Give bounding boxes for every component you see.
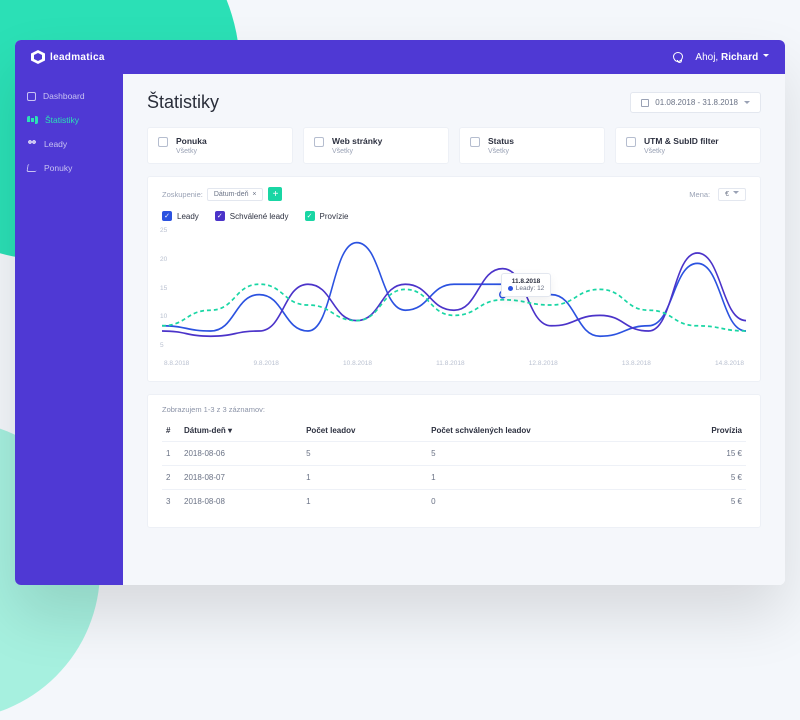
filter-utm[interactable]: UTM & SubID filterVšetky bbox=[615, 127, 761, 164]
user-greeting[interactable]: Ahoj, Richard bbox=[695, 52, 769, 63]
filter-row: PonukaVšetky Web stránkyVšetky StatusVše… bbox=[147, 127, 761, 164]
chevron-down-icon bbox=[744, 101, 750, 107]
chart-panel: Zoskupenie: Dátum-deň × + Mena: € ✓Leady… bbox=[147, 176, 761, 382]
table-row: 12018-08-065515 € bbox=[162, 442, 746, 466]
brand-name: leadmatica bbox=[50, 52, 105, 63]
app-window: leadmatica Ahoj, Richard Dashboard Štati… bbox=[15, 40, 785, 585]
logo-mark-icon bbox=[31, 50, 45, 64]
grid-icon bbox=[27, 92, 36, 101]
filter-status[interactable]: StatusVšetky bbox=[459, 127, 605, 164]
currency-select[interactable]: € bbox=[718, 188, 746, 201]
cart-icon bbox=[26, 164, 37, 172]
status-icon bbox=[470, 137, 480, 147]
globe-icon bbox=[314, 137, 324, 147]
sidebar-item-leady[interactable]: Leady bbox=[15, 132, 123, 156]
offer-icon bbox=[158, 137, 168, 147]
bell-icon[interactable] bbox=[673, 52, 683, 62]
chart-area: 25 20 15 10 5 8.8.20189.8.201810.8.20181… bbox=[162, 227, 746, 367]
filter-icon bbox=[626, 137, 636, 147]
date-range-picker[interactable]: 01.08.2018 - 31.8.2018 bbox=[630, 92, 761, 113]
legend-provizie[interactable]: ✓Provízie bbox=[305, 211, 349, 221]
calendar-icon bbox=[641, 99, 649, 107]
group-label: Zoskupenie: bbox=[162, 190, 203, 199]
main-content: Štatistiky 01.08.2018 - 31.8.2018 Ponuka… bbox=[123, 74, 785, 585]
group-chip[interactable]: Dátum-deň × bbox=[207, 188, 264, 201]
table-note: Zobrazujem 1-3 z 3 záznamov: bbox=[162, 405, 746, 414]
filter-webstranky[interactable]: Web stránkyVšetky bbox=[303, 127, 449, 164]
legend-leady[interactable]: ✓Leady bbox=[162, 211, 199, 221]
add-group-button[interactable]: + bbox=[268, 187, 282, 201]
brand-logo[interactable]: leadmatica bbox=[31, 50, 105, 64]
chevron-down-icon bbox=[763, 54, 769, 60]
chart-tooltip: 11.8.2018 Leady: 12 bbox=[501, 273, 552, 297]
table-panel: Zobrazujem 1-3 z 3 záznamov: # Dátum-deň… bbox=[147, 394, 761, 528]
page-title: Štatistiky bbox=[147, 92, 219, 113]
filter-ponuka[interactable]: PonukaVšetky bbox=[147, 127, 293, 164]
chart-legend: ✓Leady ✓Schválené leady ✓Provízie bbox=[162, 211, 746, 221]
sidebar-item-dashboard[interactable]: Dashboard bbox=[15, 84, 123, 108]
sidebar-item-ponuky[interactable]: Ponuky bbox=[15, 156, 123, 180]
line-chart bbox=[162, 227, 746, 357]
stats-table: # Dátum-deň ▾ Počet leadov Počet schvále… bbox=[162, 420, 746, 513]
topbar: leadmatica Ahoj, Richard bbox=[15, 40, 785, 74]
bars-icon bbox=[27, 116, 38, 124]
table-row: 22018-08-07115 € bbox=[162, 466, 746, 490]
legend-schvalene[interactable]: ✓Schválené leady bbox=[215, 211, 289, 221]
people-icon bbox=[27, 140, 37, 148]
table-row: 32018-08-08105 € bbox=[162, 490, 746, 514]
sidebar: Dashboard Štatistiky Leady Ponuky bbox=[15, 74, 123, 585]
sidebar-item-statistiky[interactable]: Štatistiky bbox=[15, 108, 123, 132]
